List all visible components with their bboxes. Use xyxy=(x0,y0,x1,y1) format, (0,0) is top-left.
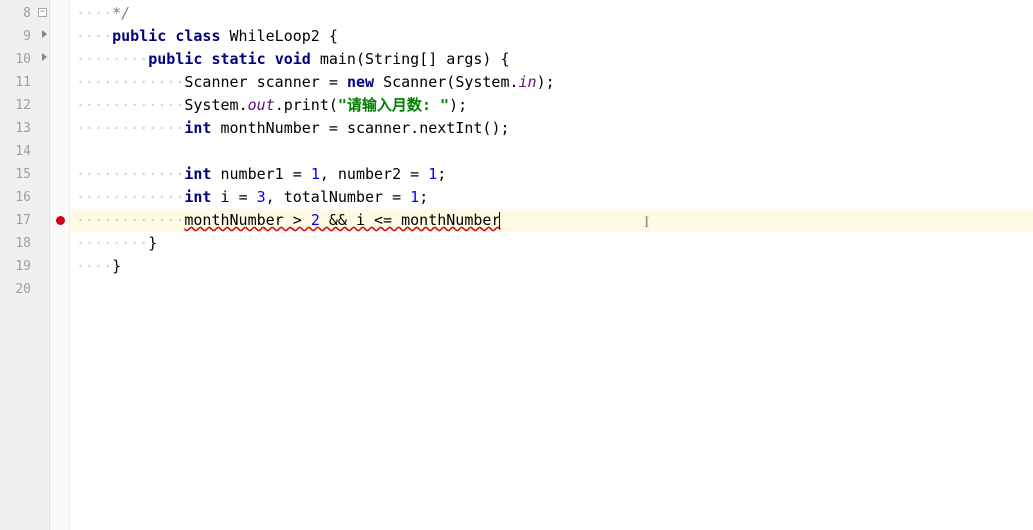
line-number[interactable]: 13 xyxy=(0,117,49,140)
code-line[interactable]: ············int i = 3, totalNumber = 1; xyxy=(70,186,1033,209)
line-number[interactable]: 17 xyxy=(0,209,49,232)
line-number[interactable]: 8− xyxy=(0,2,49,25)
line-number[interactable]: 9 xyxy=(0,25,49,48)
ibeam-cursor-icon: I xyxy=(644,211,649,234)
code-line-current[interactable]: ············monthNumber > 2 && i <= mont… xyxy=(70,209,1033,232)
line-number[interactable]: 10 xyxy=(0,48,49,71)
fold-toggle-icon[interactable]: − xyxy=(38,8,47,17)
error-icon[interactable] xyxy=(56,216,65,225)
code-line[interactable]: ············System.out.print("请输入月数: "); xyxy=(70,94,1033,117)
code-line[interactable] xyxy=(70,140,1033,163)
line-number[interactable]: 11 xyxy=(0,71,49,94)
code-editor[interactable]: ····*/ ····public class WhileLoop2 { ···… xyxy=(70,0,1033,530)
code-line[interactable]: ····*/ xyxy=(70,2,1033,25)
line-number[interactable]: 19 xyxy=(0,255,49,278)
line-number[interactable]: 20 xyxy=(0,278,49,301)
code-line[interactable]: ····} xyxy=(70,255,1033,278)
line-number[interactable]: 14 xyxy=(0,140,49,163)
code-line[interactable]: ····public class WhileLoop2 { xyxy=(70,25,1033,48)
line-number[interactable]: 16 xyxy=(0,186,49,209)
code-line[interactable]: ············int number1 = 1, number2 = 1… xyxy=(70,163,1033,186)
line-number[interactable]: 12 xyxy=(0,94,49,117)
gutter: 8− 9 10 11 12 13 14 15 16 17 18 19 20 xyxy=(0,0,50,530)
text-caret xyxy=(499,212,500,229)
line-number[interactable]: 18 xyxy=(0,232,49,255)
code-line[interactable] xyxy=(70,278,1033,301)
code-line[interactable]: ········public static void main(String[]… xyxy=(70,48,1033,71)
error-expression: monthNumber > 2 && i <= monthNumber xyxy=(184,211,500,229)
code-line[interactable]: ············Scanner scanner = new Scanne… xyxy=(70,71,1033,94)
line-number[interactable]: 15 xyxy=(0,163,49,186)
code-line[interactable]: ········} xyxy=(70,232,1033,255)
run-icon[interactable] xyxy=(42,53,47,61)
marker-column xyxy=(50,0,70,530)
run-icon[interactable] xyxy=(42,30,47,38)
code-line[interactable]: ············int monthNumber = scanner.ne… xyxy=(70,117,1033,140)
